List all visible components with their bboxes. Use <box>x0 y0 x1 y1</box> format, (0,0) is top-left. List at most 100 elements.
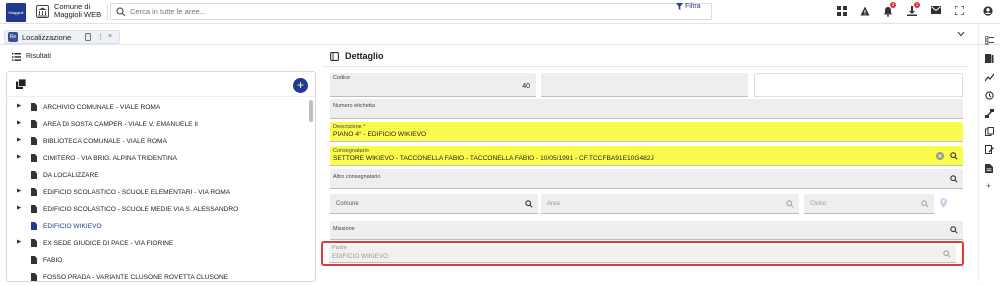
expand-arrow-icon[interactable]: ▶ <box>17 154 21 160</box>
plus-icon[interactable]: + <box>986 181 991 191</box>
document-icon <box>31 205 37 213</box>
notifications-badge: 3 <box>890 2 896 8</box>
add-button[interactable]: + <box>293 78 308 93</box>
results-header: Risultati <box>0 47 320 67</box>
global-search[interactable] <box>110 3 712 20</box>
padre-highlight: Padre EDIFICIO WIKIEVO <box>321 241 964 266</box>
padre-field[interactable]: Padre EDIFICIO WIKIEVO <box>329 245 956 263</box>
warning-icon[interactable] <box>860 6 870 16</box>
tree-item[interactable]: ▶ BIBLIOTECA COMUNALE - VIALE ROMA <box>7 133 309 150</box>
detail-title: Dettaglio <box>345 51 384 61</box>
document-icon <box>31 273 37 281</box>
more-vertical-icon[interactable]: ⋮ <box>97 33 104 41</box>
mail-icon[interactable] <box>931 6 941 14</box>
consegnatario-value: SETTORE WIKIEVO - TACCONELLA FABIO - TAC… <box>333 155 654 162</box>
right-toolbar: + <box>978 24 1000 282</box>
civico-field[interactable]: Civico <box>804 194 934 214</box>
search-icon[interactable] <box>950 151 958 160</box>
panel-toggle-icon[interactable] <box>330 52 339 61</box>
tree-item[interactable]: ▶ ARCHIVIO COMUNALE - VIALE ROMA <box>7 99 309 116</box>
required-mark: * <box>363 124 366 130</box>
list-icon[interactable] <box>12 53 21 61</box>
map-pin-icon[interactable] <box>940 198 947 208</box>
book-icon[interactable] <box>985 54 994 63</box>
history-icon[interactable] <box>985 91 994 100</box>
descrizione-field[interactable]: Descrizione * PIANO 4° - EDIFICIO WIKIEV… <box>330 122 963 142</box>
expand-arrow-icon[interactable]: ▶ <box>17 205 21 211</box>
tree-item-label: BIBLIOTECA COMUNALE - VIALE ROMA <box>43 138 167 145</box>
document-icon <box>31 188 37 196</box>
expand-arrow-icon[interactable]: ▶ <box>17 239 21 245</box>
close-icon[interactable]: × <box>108 33 112 40</box>
tab-label: Localizzazione <box>22 33 72 42</box>
search-icon[interactable] <box>921 199 929 208</box>
tree-item[interactable]: FABIO <box>7 252 309 269</box>
tree-item[interactable]: EDIFICIO WIKIEVO <box>7 218 309 235</box>
tree-item[interactable]: ▶ EDIFICIO SCOLASTICO - SCUOLE MEDIE VIA … <box>7 201 309 218</box>
area-field[interactable]: Area <box>541 194 799 214</box>
search-icon[interactable] <box>525 199 533 208</box>
expand-arrow-icon[interactable]: ▶ <box>17 137 21 143</box>
user-icon[interactable] <box>983 6 993 16</box>
expand-arrow-icon[interactable]: ▶ <box>17 103 21 109</box>
org-name[interactable]: Comune di Maggioli WEB <box>54 3 114 19</box>
comune-label: Comune <box>336 201 359 207</box>
clear-icon[interactable] <box>936 151 944 160</box>
tab-bar: Re Localizzazione ⋮ × <box>0 27 1000 45</box>
tree-item[interactable]: DA LOCALIZZARE <box>7 167 309 184</box>
empty-field[interactable] <box>754 73 963 97</box>
descrizione-label: Descrizione * <box>333 124 365 130</box>
expand-arrow-icon[interactable]: ▶ <box>17 188 21 194</box>
search-icon[interactable] <box>786 199 794 208</box>
padre-value: EDIFICIO WIKIEVO <box>332 253 388 260</box>
chevron-down-icon[interactable] <box>957 31 965 37</box>
link-icon[interactable] <box>985 109 994 118</box>
missione-label: Missione <box>333 226 355 232</box>
altro-consegnatario-field[interactable]: Altro consegnatario <box>330 169 963 189</box>
consegnatario-label: Consegnatario <box>333 148 369 154</box>
scrollbar[interactable] <box>309 100 313 122</box>
search-input[interactable] <box>130 5 650 18</box>
filter-label: Filtra <box>685 3 701 10</box>
app-logo[interactable]: Maggioli <box>6 3 26 22</box>
altro-consegnatario-label: Altro consegnatario <box>333 174 381 180</box>
missione-field[interactable]: Missione <box>330 221 963 240</box>
tree-item-label: FOSSO PRADA - VARIANTE CLUSONE ROVETTA C… <box>43 274 229 281</box>
padre-label: Padre <box>332 245 347 251</box>
comune-field[interactable]: Comune <box>330 194 538 214</box>
search-icon[interactable] <box>943 249 951 258</box>
tree-item-label: CIMITERO - VIA BRIG. ALPINA TRIDENTINA <box>43 155 177 162</box>
results-panel: + ▶ ARCHIVIO COMUNALE - VIALE ROMA ▶ AREA D… <box>6 71 317 282</box>
fullscreen-icon[interactable] <box>955 6 964 15</box>
empty-field[interactable] <box>541 73 748 97</box>
copy-icon[interactable] <box>16 79 26 89</box>
document-icon <box>31 137 37 145</box>
edit-document-icon[interactable] <box>985 145 994 154</box>
expand-arrow-icon[interactable]: ▶ <box>17 120 21 126</box>
copy-icon[interactable] <box>985 127 994 136</box>
chart-line-icon[interactable] <box>985 73 994 82</box>
document-icon <box>31 239 37 247</box>
civico-label: Civico <box>810 201 827 207</box>
tree-item[interactable]: FOSSO PRADA - VARIANTE CLUSONE ROVETTA C… <box>7 269 309 286</box>
pin-icon[interactable] <box>85 33 91 41</box>
consegnatario-field[interactable]: Consegnatario SETTORE WIKIEVO - TACCONEL… <box>330 146 963 166</box>
tree-item-label: AREA DI SOSTA CAMPER - VIALE V. EMANUELE… <box>43 121 198 128</box>
filter-button[interactable]: Filtra <box>676 3 701 10</box>
tree-item[interactable]: ▶ EX SEDE GIUDICE DI PACE - VIA FIORINE <box>7 235 309 252</box>
detail-header: Dettaglio <box>326 47 966 67</box>
document-icon[interactable] <box>985 164 993 173</box>
codice-label: Codice <box>333 75 351 81</box>
form-list-icon[interactable] <box>985 36 994 45</box>
search-icon[interactable] <box>950 174 958 183</box>
search-icon[interactable] <box>950 226 958 234</box>
tree-item[interactable]: ▶ CIMITERO - VIA BRIG. ALPINA TRIDENTINA <box>7 150 309 167</box>
search-icon <box>116 7 126 17</box>
tab-localizzazione[interactable]: Re Localizzazione ⋮ × <box>4 30 120 44</box>
tree-item-label: EX SEDE GIUDICE DI PACE - VIA FIORINE <box>43 240 174 247</box>
numero-etichetta-field[interactable]: Numero etichetta <box>330 99 963 119</box>
tree-item[interactable]: ▶ EDIFICIO SCOLASTICO - SCUOLE ELEMENTARI… <box>7 184 309 201</box>
codice-field[interactable]: Codice 40 <box>330 73 536 97</box>
tree-item[interactable]: ▶ AREA DI SOSTA CAMPER - VIALE V. EMANUEL… <box>7 116 309 133</box>
dashboard-icon[interactable] <box>837 6 847 16</box>
